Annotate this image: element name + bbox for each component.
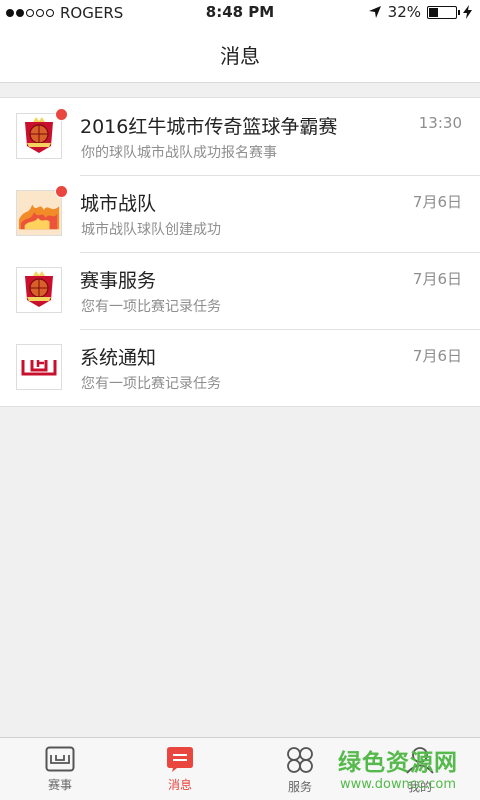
message-title: 城市战队	[80, 193, 157, 215]
message-row-system[interactable]: 系统通知 您有一项比赛记录任务 7月6日	[0, 329, 480, 406]
message-time: 7月6日	[412, 347, 462, 365]
message-title: 2016红牛城市传奇篮球争霸赛	[80, 116, 338, 138]
message-title: 赛事服务	[80, 270, 157, 292]
location-arrow-icon	[368, 6, 381, 18]
tab-label: 服务	[287, 780, 312, 794]
tab-events[interactable]: 赛事	[0, 738, 120, 800]
redbull-basketball-logo-icon	[16, 113, 62, 159]
tab-messages[interactable]: 消息	[120, 738, 240, 800]
message-time: 7月6日	[412, 270, 462, 288]
message-row-competition[interactable]: 2016红牛城市传奇篮球争霸赛 你的球队城市战队成功报名赛事 13:30	[0, 98, 480, 175]
message-time: 13:30	[418, 114, 462, 132]
charging-bolt-icon	[463, 5, 472, 19]
tab-label: 我的	[407, 780, 432, 794]
services-icon	[287, 747, 313, 773]
redbull-basketball-logo-icon	[16, 267, 62, 313]
events-icon	[45, 746, 75, 772]
message-row-service[interactable]: 赛事服务 您有一项比赛记录任务 7月6日	[0, 252, 480, 329]
battery-icon	[427, 5, 460, 19]
unread-badge	[55, 108, 68, 121]
battery-percent: 32%	[387, 3, 421, 21]
message-icon	[167, 747, 193, 772]
nav-bar: 消息	[0, 26, 480, 83]
status-bar: ROGERS 8:48 PM 32%	[0, 0, 480, 26]
tab-profile[interactable]: 我的	[360, 738, 480, 800]
flame-team-avatar-icon	[16, 190, 62, 236]
message-list: 2016红牛城市传奇篮球争霸赛 你的球队城市战队成功报名赛事 13:30 城市战…	[0, 97, 480, 407]
unread-badge	[55, 185, 68, 198]
message-title: 系统通知	[80, 347, 157, 369]
profile-icon	[406, 747, 434, 774]
app-logo-icon	[16, 344, 62, 390]
tab-services[interactable]: 服务	[240, 738, 360, 800]
tab-bar: 赛事 消息 服务 我的	[0, 737, 480, 800]
message-preview: 城市战队球队创建成功	[81, 222, 221, 238]
page-title: 消息	[220, 44, 260, 68]
message-preview: 您有一项比赛记录任务	[81, 299, 221, 315]
message-time: 7月6日	[412, 193, 462, 211]
message-preview: 您有一项比赛记录任务	[81, 376, 221, 392]
message-row-team[interactable]: 城市战队 城市战队球队创建成功 7月6日	[0, 175, 480, 252]
message-preview: 你的球队城市战队成功报名赛事	[81, 145, 277, 161]
status-right: 32%	[368, 3, 472, 21]
tab-label: 消息	[167, 778, 192, 792]
tab-label: 赛事	[47, 778, 72, 792]
